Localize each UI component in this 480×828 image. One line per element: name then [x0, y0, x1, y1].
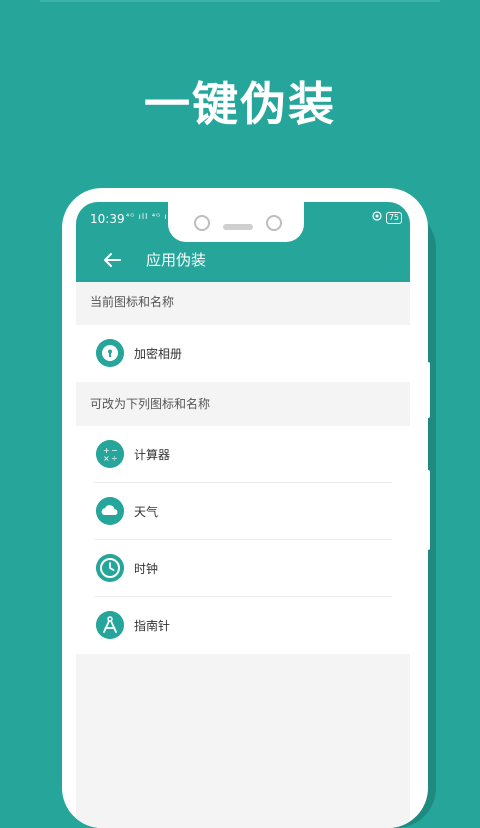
back-arrow-icon[interactable]	[100, 248, 124, 272]
alternatives-section-label: 可改为下列图标和名称	[76, 386, 410, 422]
alternatives-list: + − × ÷ 计算器 天气 时钟 指南针	[76, 426, 410, 654]
speaker-grill	[223, 224, 253, 230]
promo-headline: 一键伪装	[144, 77, 336, 131]
list-item-calculator[interactable]: + − × ÷ 计算器	[76, 426, 410, 483]
lock-icon	[96, 339, 124, 367]
svg-text:÷: ÷	[111, 454, 118, 463]
list-item-label: 指南针	[134, 619, 171, 633]
list-item-weather[interactable]: 天气	[76, 483, 410, 540]
svg-text:×: ×	[103, 454, 110, 463]
top-divider	[40, 0, 440, 2]
list-item-current[interactable]: 加密相册	[76, 325, 410, 382]
list-item-label: 加密相册	[134, 347, 183, 361]
list-item-clock[interactable]: 时钟	[76, 540, 410, 597]
current-app-card: 加密相册	[76, 325, 410, 382]
sensor-icon	[266, 215, 282, 231]
status-right: 75	[372, 211, 402, 224]
phone-screen: 10:39 ⁴ᴳ ıll ⁴ᴳ ıll 0.44 75 应用伪装 当前图标和名称	[76, 202, 410, 828]
phone-side-button	[425, 362, 430, 418]
phone-frame: 10:39 ⁴ᴳ ıll ⁴ᴳ ıll 0.44 75 应用伪装 当前图标和名称	[62, 188, 428, 828]
app-bar: 10:39 ⁴ᴳ ıll ⁴ᴳ ıll 0.44 75 应用伪装	[76, 202, 410, 282]
phone-side-button	[425, 470, 430, 550]
list-item-compass[interactable]: 指南针	[76, 597, 410, 654]
list-item-label: 天气	[134, 505, 159, 519]
page-title: 应用伪装	[146, 251, 207, 269]
clock-icon	[96, 554, 124, 582]
list-item-label: 计算器	[134, 448, 171, 462]
camera-icon	[194, 215, 210, 231]
cloud-icon	[96, 497, 124, 525]
list-item-label: 时钟	[134, 562, 159, 576]
current-section-label: 当前图标和名称	[76, 284, 410, 320]
wifi-icon	[372, 211, 382, 224]
camera-notch	[168, 202, 304, 242]
calculator-icon: + − × ÷	[96, 440, 124, 468]
compass-icon	[96, 611, 124, 639]
battery-icon: 75	[385, 211, 402, 224]
status-time: 10:39	[90, 212, 125, 226]
